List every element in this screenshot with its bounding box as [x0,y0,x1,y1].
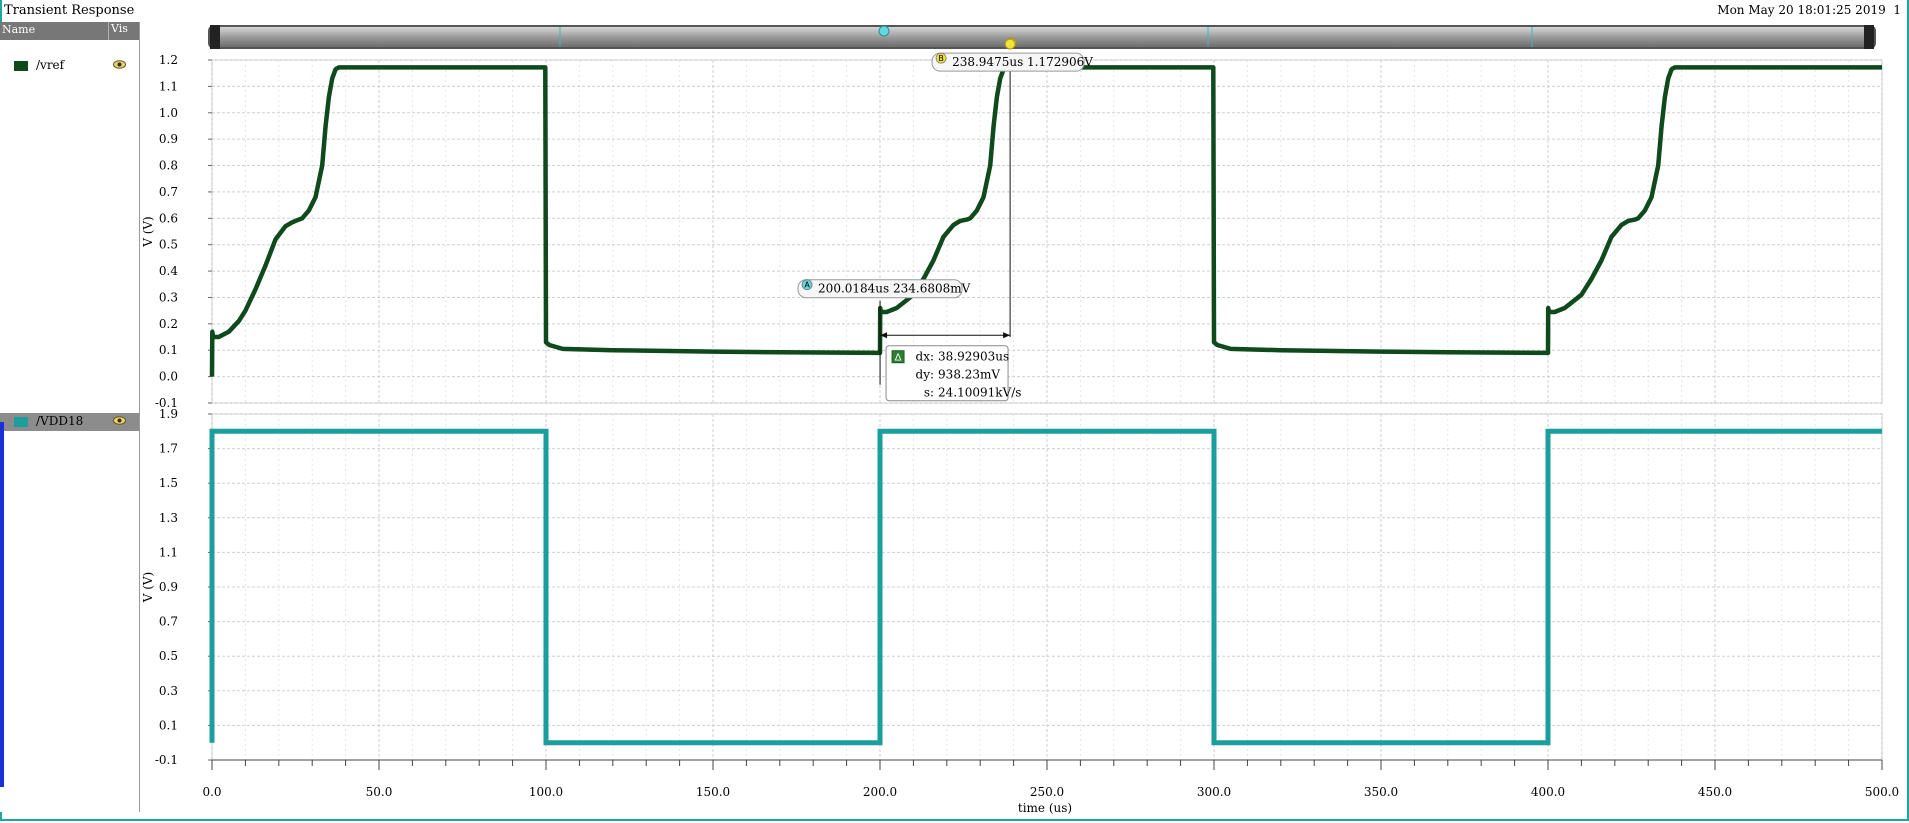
signal-list-header: Name Vis [0,22,139,40]
vref-color-swatch [14,61,28,71]
eye-icon[interactable] [113,416,126,425]
overview-right-handle[interactable] [1864,25,1874,49]
window-title: Transient Response [4,3,135,18]
overview-scrollbar[interactable] [208,22,1876,52]
signal-list-panel: Name Vis /vref /VDD18 [0,22,140,812]
panel-selection-bar [0,422,4,787]
vdd18-color-swatch [14,417,28,427]
signal-row-vref[interactable]: /vref [0,57,139,75]
overview-marker-b[interactable] [1005,37,1017,49]
date-text: Mon May 20 18:01:25 2019 [1717,3,1886,17]
page-number: 1 [1893,3,1901,17]
overview-marker-a[interactable] [878,25,890,37]
window-frame [0,0,1909,821]
overview-left-handle[interactable] [210,25,220,49]
column-header-name[interactable]: Name [2,23,35,36]
overview-window[interactable] [218,27,1866,47]
datestamp: Mon May 20 18:01:25 2019 1 [1717,3,1901,17]
eye-icon[interactable] [113,60,126,69]
signal-label-vref: /vref [36,58,65,72]
signal-row-vdd18[interactable]: /VDD18 [0,413,139,431]
column-header-vis[interactable]: Vis [108,22,139,40]
signal-label-vdd18: /VDD18 [36,414,84,428]
